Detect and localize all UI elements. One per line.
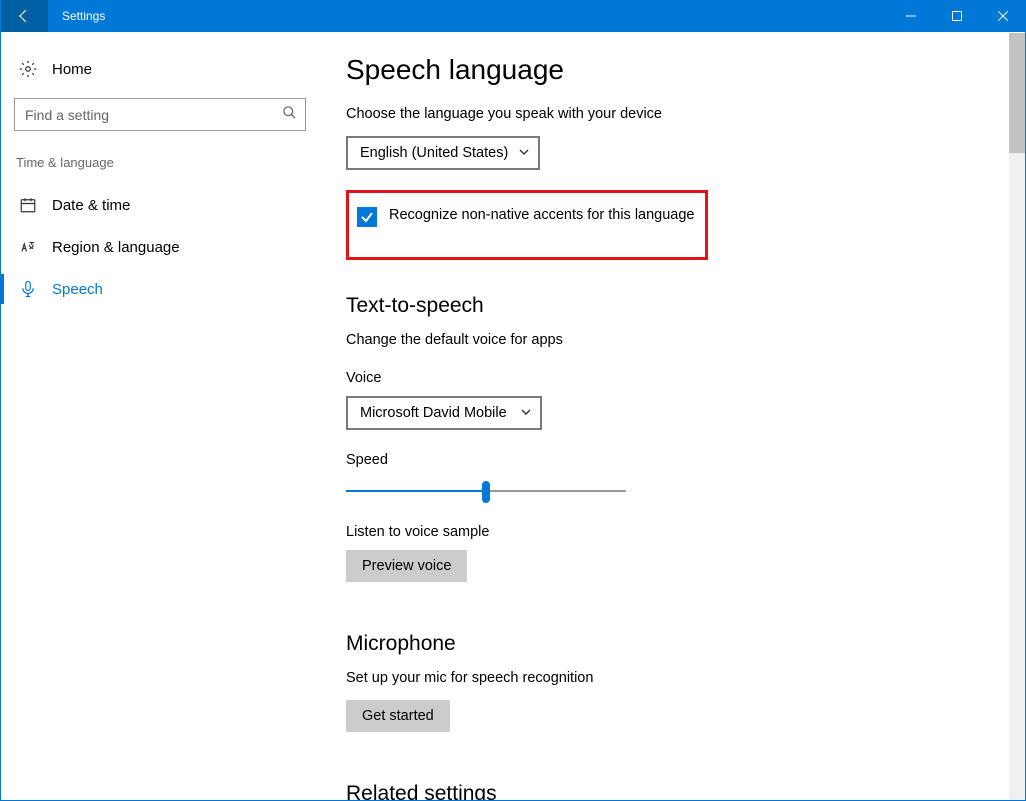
scrollbar-thumb[interactable]: [1009, 33, 1025, 153]
sidebar-item-speech[interactable]: Speech: [0, 268, 320, 310]
home-nav[interactable]: Home: [0, 50, 320, 88]
sidebar: Home Time & language Date & time Region …: [0, 32, 320, 800]
close-button[interactable]: [980, 0, 1026, 32]
chevron-down-icon: [520, 406, 532, 422]
sidebar-item-region[interactable]: Region & language: [0, 226, 320, 268]
back-button[interactable]: [0, 0, 48, 32]
voice-dropdown-value: Microsoft David Mobile: [360, 405, 507, 421]
nonnative-checkbox[interactable]: [357, 207, 377, 227]
vertical-scrollbar[interactable]: [1009, 33, 1025, 800]
related-heading: Related settings: [346, 782, 1026, 800]
maximize-button[interactable]: [934, 0, 980, 32]
minimize-icon: [906, 11, 916, 21]
section-label: Time & language: [0, 131, 320, 184]
maximize-icon: [952, 11, 962, 21]
main-content: Speech language Choose the language you …: [320, 32, 1026, 800]
chevron-down-icon: [518, 146, 530, 162]
nonnative-checkbox-label: Recognize non-native accents for this la…: [389, 207, 695, 223]
preview-voice-button[interactable]: Preview voice: [346, 550, 467, 582]
voice-label: Voice: [346, 370, 1026, 386]
region-icon: [18, 238, 38, 256]
highlighted-checkbox-region: Recognize non-native accents for this la…: [346, 190, 708, 260]
get-started-button[interactable]: Get started: [346, 700, 450, 732]
close-icon: [998, 11, 1008, 21]
speed-label: Speed: [346, 452, 1026, 468]
speech-desc: Choose the language you speak with your …: [346, 106, 1026, 122]
speed-slider[interactable]: [346, 478, 626, 506]
minimize-button[interactable]: [888, 0, 934, 32]
search-input[interactable]: [25, 107, 282, 123]
page-heading: Speech language: [346, 54, 1026, 86]
search-icon: [282, 105, 297, 125]
sidebar-item-datetime[interactable]: Date & time: [0, 184, 320, 226]
mic-heading: Microphone: [346, 632, 1026, 656]
voice-dropdown[interactable]: Microsoft David Mobile: [346, 396, 542, 430]
sidebar-item-label: Date & time: [52, 197, 130, 214]
language-dropdown[interactable]: English (United States): [346, 136, 540, 170]
datetime-icon: [18, 196, 38, 214]
slider-thumb[interactable]: [482, 481, 490, 503]
window-controls: [888, 0, 1026, 32]
window-title: Settings: [48, 9, 105, 23]
titlebar: Settings: [0, 0, 1026, 32]
check-icon: [360, 210, 374, 224]
listen-label: Listen to voice sample: [346, 524, 1026, 540]
tts-heading: Text-to-speech: [346, 294, 1026, 318]
mic-desc: Set up your mic for speech recognition: [346, 670, 1026, 686]
microphone-icon: [18, 280, 38, 298]
gear-icon: [18, 60, 38, 78]
sidebar-item-label: Speech: [52, 281, 103, 298]
language-dropdown-value: English (United States): [360, 145, 508, 161]
slider-fill: [346, 490, 486, 492]
search-box[interactable]: [14, 98, 306, 131]
tts-desc: Change the default voice for apps: [346, 332, 1026, 348]
arrow-left-icon: [16, 8, 32, 24]
home-label: Home: [52, 61, 92, 78]
sidebar-item-label: Region & language: [52, 239, 180, 256]
